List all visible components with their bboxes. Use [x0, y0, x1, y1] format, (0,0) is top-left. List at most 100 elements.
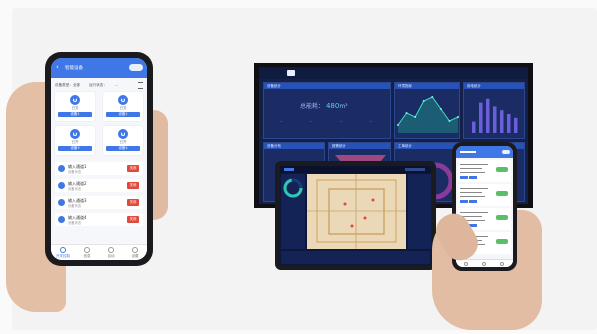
tab-info[interactable]: 信息 [77, 247, 97, 259]
filter-more[interactable]: ... [115, 83, 118, 87]
text-line [460, 172, 485, 174]
menu-icon[interactable] [138, 82, 143, 89]
panel-device-stats: 设备统计 总能耗： 480m³ — — — — [263, 82, 391, 139]
text-line [460, 168, 482, 170]
tab-switch-control[interactable]: 开关控制 [53, 247, 73, 259]
status-badge [496, 191, 508, 196]
power-icon[interactable] [118, 129, 128, 139]
back-icon[interactable]: ‹ [56, 64, 59, 71]
device-card[interactable]: 已开 设备3 [55, 126, 95, 155]
mini-stat-4: — [369, 119, 373, 123]
power-icon[interactable] [70, 95, 80, 105]
tablet-right-panel [408, 174, 431, 249]
tablet-screen [280, 166, 431, 265]
device-status: 已关 [119, 106, 127, 110]
auto-icon [108, 247, 114, 253]
close-button[interactable]: 关闭 [127, 165, 139, 172]
big-value-unit: m³ [339, 103, 348, 110]
line-point [414, 116, 417, 118]
dashboard-tab-2[interactable] [287, 70, 295, 76]
map-marker[interactable] [350, 224, 354, 228]
ring-road-inner [328, 188, 385, 235]
close-button[interactable]: 关闭 [127, 182, 139, 189]
tablet-switch[interactable] [405, 168, 425, 171]
bar [493, 106, 497, 133]
bar [479, 102, 483, 133]
text-line [460, 192, 482, 194]
list-item[interactable]: 输入通道4 设备状态 关闭 [55, 213, 143, 226]
power-icon[interactable] [70, 129, 80, 139]
map-roads [307, 174, 406, 249]
panel-title: 设备统计 [264, 83, 390, 89]
line-point [439, 108, 442, 110]
channel-icon [58, 165, 65, 172]
tab-settings[interactable]: 设置 [125, 247, 145, 259]
list-item[interactable]: 输入通道2 设备状态 关闭 [55, 179, 143, 192]
map-marker[interactable] [371, 198, 375, 202]
list-item-sub: 设备状态 [68, 170, 82, 174]
channel-icon [58, 199, 65, 206]
list-item[interactable]: 输入通道3 设备状态 关闭 [55, 196, 143, 209]
city-map[interactable] [307, 174, 406, 249]
device-status: 已开 [119, 140, 127, 144]
close-button[interactable]: 关闭 [127, 216, 139, 223]
big-value: 总能耗： 480m³ [300, 101, 348, 110]
panel-title: 报警统计 [329, 143, 390, 149]
dashboard-tab-1[interactable] [267, 70, 275, 76]
device-status: 已开 [71, 140, 79, 144]
status-badge [496, 167, 508, 172]
text-line [460, 164, 488, 166]
bar-chart [472, 98, 518, 133]
line-area-chart [397, 96, 459, 133]
more-capsule-icon[interactable] [129, 64, 143, 71]
line-point [431, 96, 434, 98]
order-card[interactable] [458, 160, 511, 182]
action-button[interactable] [469, 176, 477, 179]
more-capsule-icon[interactable] [502, 150, 510, 154]
user-icon[interactable] [500, 262, 504, 266]
filter-type[interactable]: 设备类型：全部 [55, 83, 80, 88]
tablet-logo [284, 168, 294, 171]
right-phone-navbar [456, 146, 513, 158]
action-button[interactable] [469, 200, 477, 203]
line-point [397, 124, 399, 126]
tablet-device [275, 161, 436, 270]
donut-chart [283, 178, 303, 198]
nav-title-bar [460, 151, 476, 153]
channel-icon [58, 182, 65, 189]
bottom-tab-bar: 开关控制 信息 自动 设置 [51, 244, 147, 260]
list-item-sub: 设备状态 [68, 221, 82, 225]
filter-status[interactable]: 运行状态： [89, 83, 107, 88]
filter-bar: 设备类型：全部 运行状态： ... [55, 82, 143, 90]
device-card[interactable]: 已关 设备2 [103, 92, 143, 121]
action-button[interactable] [460, 200, 468, 203]
list-item-sub: 设备状态 [68, 187, 82, 191]
line-point [422, 100, 425, 102]
status-badge [496, 239, 508, 244]
text-line [460, 188, 488, 190]
tab-auto[interactable]: 自动 [101, 247, 121, 259]
device-name: 设备3 [58, 146, 92, 151]
line-point [405, 112, 408, 114]
home-icon[interactable] [464, 262, 468, 266]
device-card[interactable]: 已开 设备4 [103, 126, 143, 155]
tab-label: 自动 [107, 254, 115, 258]
dashboard-tab-3[interactable] [309, 70, 317, 76]
close-button[interactable]: 关闭 [127, 199, 139, 206]
list-item[interactable]: 输入通道1 设备状态 关闭 [55, 162, 143, 175]
bar [486, 98, 490, 133]
right-phone-tab-bar [456, 259, 513, 267]
device-card[interactable]: 已关 设备1 [55, 92, 95, 121]
big-value-number: 480 [325, 102, 340, 110]
panel-env-indicators: 环境指标 [394, 82, 460, 139]
order-card[interactable] [458, 184, 511, 206]
map-marker[interactable] [363, 216, 367, 220]
power-icon[interactable] [118, 95, 128, 105]
device-name: 设备2 [106, 112, 140, 117]
action-button[interactable] [460, 176, 468, 179]
channel-icon [58, 216, 65, 223]
map-marker[interactable] [343, 202, 347, 206]
status-badge [496, 215, 508, 220]
list-icon[interactable] [482, 262, 486, 266]
bar [507, 114, 511, 133]
